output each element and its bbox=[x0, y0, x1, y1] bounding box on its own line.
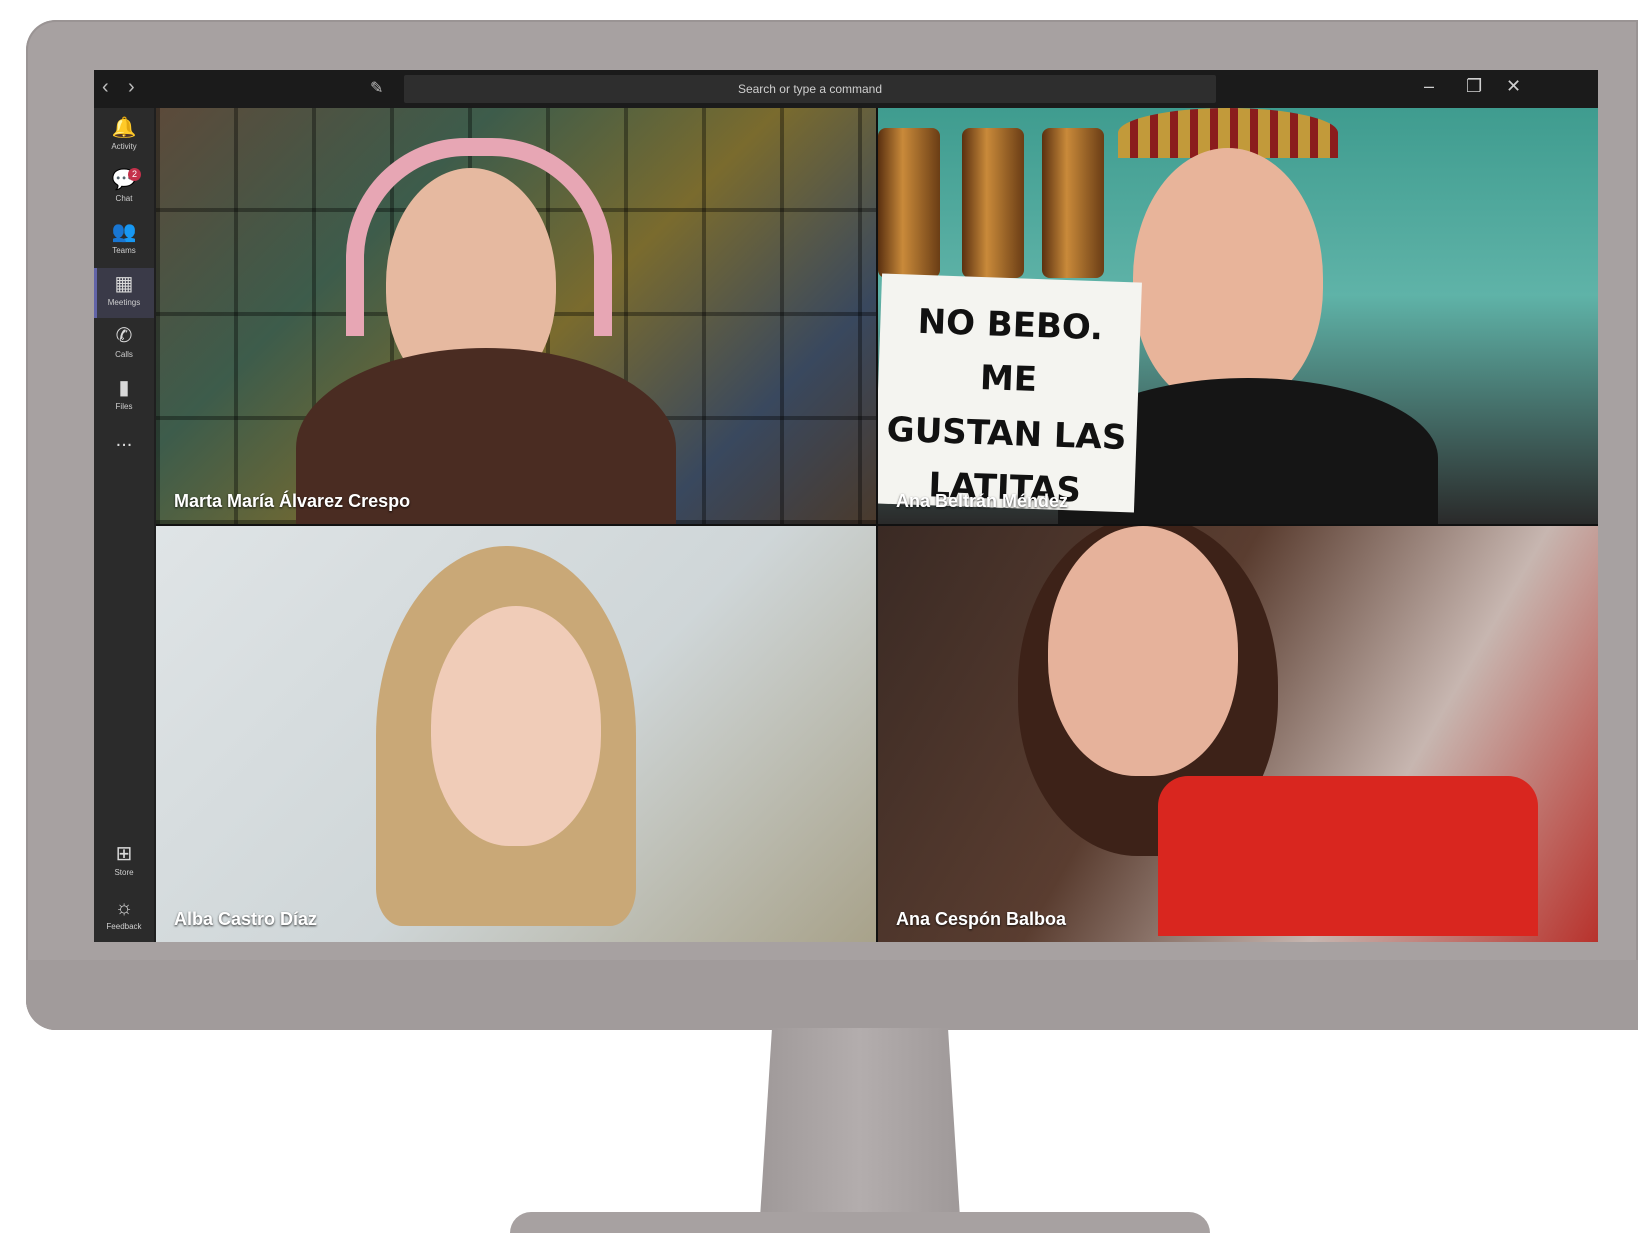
participant-body bbox=[1158, 776, 1538, 936]
rail-item-calls[interactable]: ✆ Calls bbox=[94, 320, 154, 370]
rail-item-teams[interactable]: 👥 Teams bbox=[94, 216, 154, 266]
rail-label: Files bbox=[115, 402, 133, 411]
rail-item-more[interactable]: ... bbox=[94, 424, 154, 474]
chat-icon: 💬 bbox=[111, 169, 137, 191]
rail-item-store[interactable]: ⊞ Store bbox=[94, 838, 154, 888]
search-input[interactable]: Search or type a command bbox=[404, 75, 1216, 103]
participant-name: Marta María Álvarez Crespo bbox=[174, 491, 411, 511]
rail-item-feedback[interactable]: ☼ Feedback bbox=[94, 892, 154, 942]
rail-label: Activity bbox=[111, 142, 137, 151]
new-chat-icon[interactable]: ✎ bbox=[370, 78, 383, 98]
store-icon: ⊞ bbox=[115, 843, 133, 865]
phone-icon: ✆ bbox=[115, 325, 133, 347]
monitor-stand-neck bbox=[760, 1028, 960, 1218]
bell-icon: 🔔 bbox=[111, 117, 137, 139]
participant-name: Ana Beltrán Méndez bbox=[896, 491, 1069, 511]
rail-item-activity[interactable]: 🔔 Activity bbox=[94, 112, 154, 162]
sign-line: GUSTAN LAS bbox=[886, 409, 1128, 458]
rail-item-meetings[interactable]: ▦ Meetings bbox=[94, 268, 154, 318]
feedback-icon: ☼ bbox=[114, 897, 134, 919]
rail-label: Teams bbox=[112, 246, 136, 255]
app-rail: 🔔 Activity 💬 2 Chat 👥 Teams ▦ Meetings ✆… bbox=[94, 108, 154, 942]
video-tile[interactable]: Marta María Álvarez Crespo bbox=[156, 108, 876, 524]
teams-window: ‹ › ✎ Search or type a command – ❐ ✕ 🔔 A… bbox=[94, 70, 1598, 942]
title-bar: ‹ › ✎ Search or type a command – ❐ ✕ bbox=[94, 70, 1598, 108]
participant-name: Ana Cespón Balboa bbox=[896, 909, 1067, 929]
chevron-left-icon[interactable]: ‹ bbox=[102, 76, 109, 99]
sign: NO BEBO. ME GUSTAN LAS LATITAS bbox=[878, 273, 1142, 513]
participant-video bbox=[1048, 526, 1238, 776]
participant-video bbox=[431, 606, 601, 846]
rail-label: Meetings bbox=[107, 298, 141, 307]
video-grid: Marta María Álvarez Crespo NO BEBO. ME G… bbox=[156, 108, 1598, 942]
file-icon: ▮ bbox=[118, 377, 130, 399]
close-button[interactable]: ✕ bbox=[1506, 76, 1521, 97]
minimize-button[interactable]: – bbox=[1424, 76, 1434, 97]
video-tile[interactable]: Ana Cespón Balboa bbox=[878, 526, 1598, 942]
more-icon: ... bbox=[115, 429, 133, 451]
video-tile[interactable]: Alba Castro Díaz bbox=[156, 526, 876, 942]
monitor-stand-base bbox=[510, 1212, 1210, 1233]
unread-badge: 2 bbox=[128, 168, 141, 181]
rail-label: Feedback bbox=[106, 922, 142, 931]
cans-graphic bbox=[878, 128, 1118, 278]
restore-button[interactable]: ❐ bbox=[1466, 76, 1482, 97]
sign-line: NO BEBO. ME bbox=[917, 301, 1104, 401]
participant-video bbox=[1133, 148, 1323, 408]
rail-item-files[interactable]: ▮ Files bbox=[94, 372, 154, 422]
rail-label: Store bbox=[114, 868, 134, 877]
participant-name: Alba Castro Díaz bbox=[174, 909, 318, 929]
teams-icon: 👥 bbox=[111, 221, 137, 243]
calendar-icon: ▦ bbox=[114, 273, 134, 295]
rail-label: Calls bbox=[115, 350, 133, 359]
chevron-right-icon[interactable]: › bbox=[128, 76, 135, 99]
video-tile[interactable]: NO BEBO. ME GUSTAN LAS LATITAS Ana Beltr… bbox=[878, 108, 1598, 524]
rail-label: Chat bbox=[115, 194, 133, 203]
rail-item-chat[interactable]: 💬 2 Chat bbox=[94, 164, 154, 214]
